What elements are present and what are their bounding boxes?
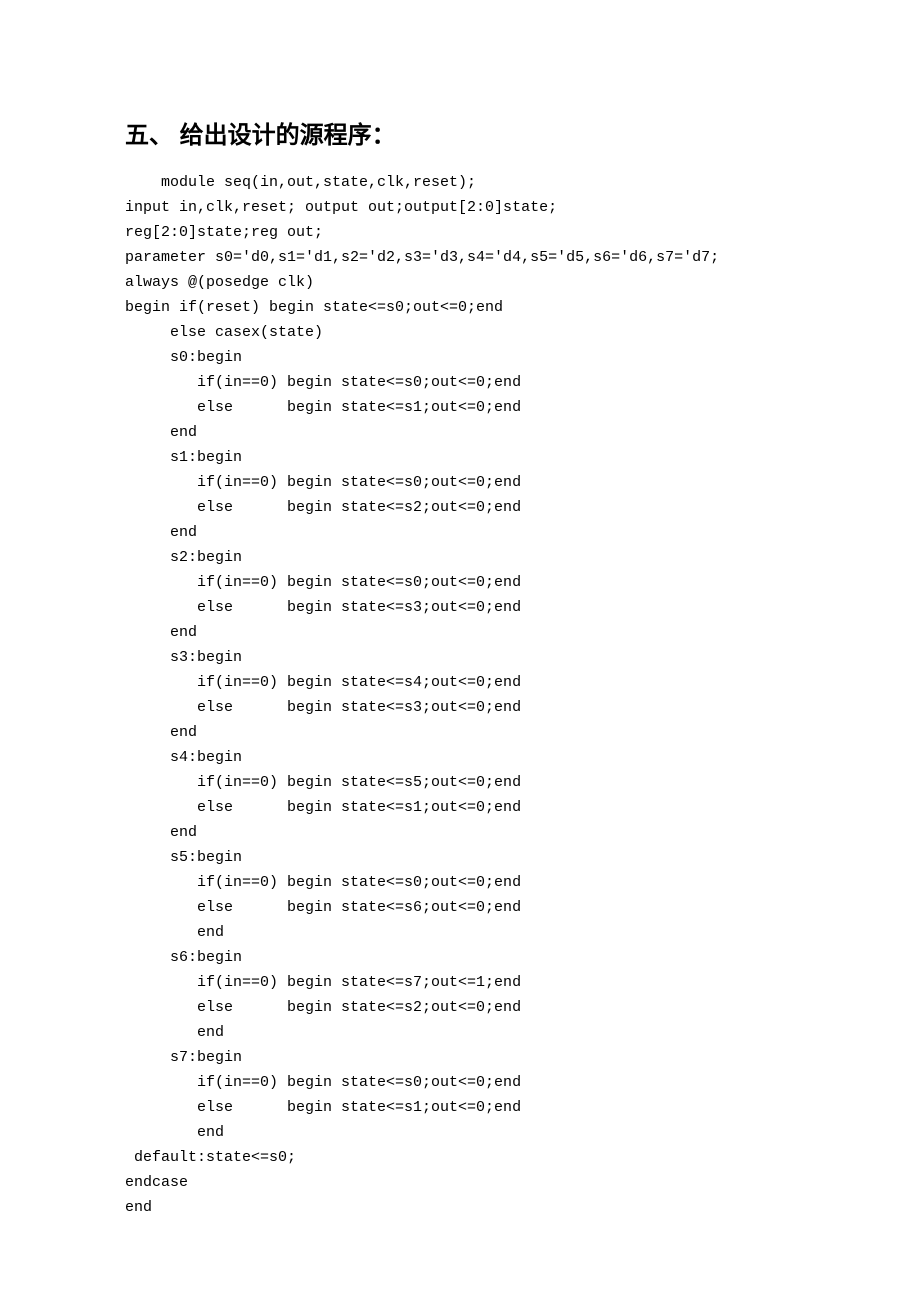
- source-code-block: module seq(in,out,state,clk,reset); inpu…: [125, 170, 805, 1220]
- document-page: 五、 给出设计的源程序： module seq(in,out,state,clk…: [0, 0, 920, 1302]
- section-heading: 五、 给出设计的源程序：: [125, 115, 805, 150]
